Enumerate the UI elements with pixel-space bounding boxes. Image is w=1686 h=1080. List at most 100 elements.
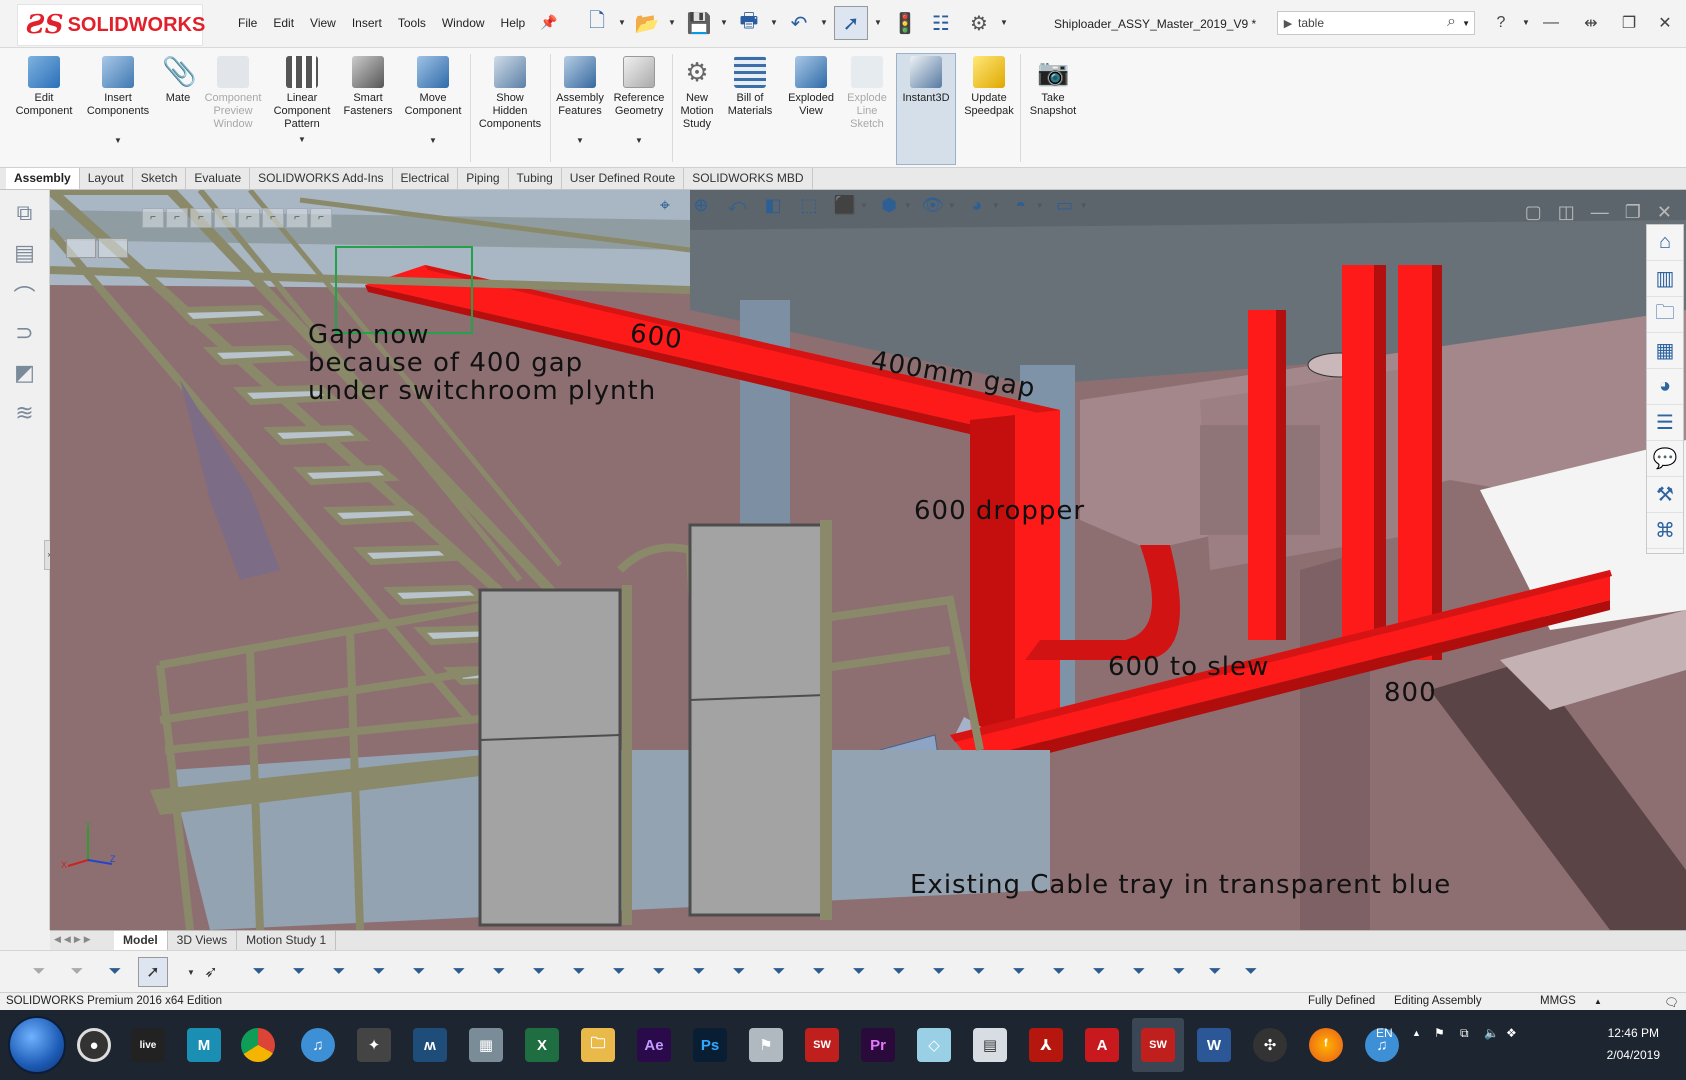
selection-arrow-icon[interactable]: ➚ [138,957,168,987]
file-properties-icon[interactable]: ☷ [924,6,958,40]
tab-solidworks-mbd[interactable]: SOLIDWORKS MBD [684,168,813,189]
move-component-dropdown-icon[interactable]: ▼ [400,134,466,147]
tile-icon[interactable]: ⇹ [1576,10,1606,36]
save-icon[interactable]: 💾 [682,6,716,40]
undo-dropdown-icon[interactable]: ▼ [820,18,828,27]
show-hidden-icons-icon[interactable]: ▲ [1412,1028,1421,1038]
filter-datum-targets-icon[interactable]: ⏷ [924,957,954,987]
cam-manager-icon[interactable]: ≋ [10,400,40,430]
new-motion-study-button[interactable]: ⚙ New Motion Study [674,56,720,131]
tab-3d-views[interactable]: 3D Views [168,931,238,950]
taskbar-app-unknown-2-icon[interactable]: ⚑ [740,1018,792,1072]
menu-file[interactable]: File [230,14,265,32]
filter-solid-bodies-icon[interactable]: ⏷ [404,957,434,987]
tab-solidworks-addins[interactable]: SOLIDWORKS Add-Ins [250,168,393,189]
tab-piping[interactable]: Piping [458,168,509,189]
viewport-split-icon[interactable]: ▢ [1525,202,1542,223]
search-dropdown-icon[interactable]: ▼ [1462,19,1470,28]
breadcrumb-item-icon[interactable]: ⌐ [142,208,164,228]
rebuild-traffic-light-icon[interactable]: 🚦 [888,6,922,40]
viewport-tile-icon[interactable]: ◫ [1558,202,1575,223]
toolbox-icon[interactable]: ⚒ [1647,477,1683,513]
breadcrumb-item-icon[interactable]: ⌐ [286,208,308,228]
view-orientation-cube-icon[interactable]: ⬛ [830,190,860,220]
apply-scene-icon[interactable]: ◓ [1006,190,1036,220]
select-other-icon[interactable]: ➶ [196,957,226,987]
filter-edges-icon[interactable]: ⏷ [284,957,314,987]
reference-geometry-dropdown-icon[interactable]: ▼ [608,134,670,147]
tab-evaluate[interactable]: Evaluate [186,168,251,189]
graphics-area[interactable]: ⌖ ⊕ ⤺ ◧ ⬚ ⬛ ▼ ⬢ ▼ 👁 ▼ ◕ ▼ ◓ ▼ ▭ ▼ ▢ ◫ — ❐ ✕ ⌐ … [50,190,1686,930]
linear-component-pattern-button[interactable]: Linear Component Pattern ▼ [268,56,336,146]
feature-tree-icon[interactable]: ⧉ [10,200,40,230]
breadcrumb-item-icon[interactable]: ⌐ [214,208,236,228]
section-view-icon[interactable]: ◧ [758,190,788,220]
file-explorer-folder-icon[interactable]: 🗀 [1647,297,1683,333]
menu-view[interactable]: View [302,14,344,32]
menu-help[interactable]: Help [493,14,534,32]
taskbar-app-premiere-icon[interactable]: Pr [852,1018,904,1072]
filter-faces-icon[interactable]: ⏷ [324,957,354,987]
breadcrumb-item-icon[interactable]: ⌐ [238,208,260,228]
filter-dowel-pin-icon[interactable]: ⏷ [1044,957,1074,987]
taskbar-app-camera-icon[interactable]: ● [68,1018,120,1072]
taskbar-app-acrobat-icon[interactable]: ⅄ [1020,1018,1072,1072]
taskbar-app-firefox-icon[interactable]: ᶠ [1300,1018,1352,1072]
previous-view-icon[interactable]: ⤺ [722,190,752,220]
restore-icon[interactable]: ❐ [1614,10,1644,36]
breadcrumb-item-icon[interactable]: ⌐ [262,208,284,228]
zoom-to-area-icon[interactable]: ⊕ [686,190,716,220]
routing-library-icon[interactable]: ⌘ [1647,513,1683,549]
filter-center-marks-icon[interactable]: ⏷ [644,957,674,987]
filter-planes-icon[interactable]: ⏷ [484,957,514,987]
filter-sketch-segments-icon[interactable]: ⏷ [564,957,594,987]
view-settings-dropdown-icon[interactable]: ▼ [1080,201,1088,210]
reference-geometry-button[interactable]: Reference Geometry ▼ [608,56,670,147]
filter-sketch-points-icon[interactable]: ⏷ [524,957,554,987]
appearances-scenes-icon[interactable]: ◕ [1647,369,1683,405]
display-style-dropdown-icon[interactable]: ▼ [904,201,912,210]
taskbar-app-excel-icon[interactable]: X [516,1018,568,1072]
windows-start-button-icon[interactable] [8,1016,66,1074]
options-gear-icon[interactable]: ⚙ [962,6,996,40]
edit-appearance-ball-icon[interactable]: ◕ [962,190,992,220]
taskbar-app-word-icon[interactable]: W [1188,1018,1240,1072]
insert-components-dropdown-icon[interactable]: ▼ [82,134,154,147]
configuration-manager-icon[interactable]: ⌒ [10,280,40,310]
close-icon[interactable]: ✕ [1650,10,1680,36]
view-orientation-dropdown-icon[interactable]: ▼ [860,201,868,210]
filter-notes-icon[interactable]: ⏷ [844,957,874,987]
viewport-minimize-icon[interactable]: — [1591,202,1609,223]
filter-welds-icon[interactable]: ⏷ [1200,957,1230,987]
taskbar-app-maya-icon[interactable]: M [178,1018,230,1072]
dim-xpert-icon[interactable]: ⊃ [10,320,40,350]
exploded-view-button[interactable]: Exploded View [780,56,842,118]
menu-edit[interactable]: Edit [265,14,302,32]
update-speedpak-button[interactable]: Update Speedpak [960,56,1018,118]
tab-motion-study-1[interactable]: Motion Study 1 [237,931,337,950]
taskbar-app-file-explorer-icon[interactable]: 🗀 [572,1018,624,1072]
select-all-filters-icon[interactable]: ⏷ [100,957,130,987]
taskbar-app-autocad-icon[interactable]: A [1076,1018,1128,1072]
help-icon[interactable]: ? [1486,10,1516,36]
menu-tools[interactable]: Tools [390,14,434,32]
taskbar-app-calculator-icon[interactable]: ▦ [460,1018,512,1072]
toggle-filter-icon[interactable]: ⏷ [24,957,54,987]
solidworks-logo[interactable]: ƧS SOLIDWORKS [17,4,205,46]
breadcrumb-item-icon[interactable]: ⌐ [310,208,332,228]
instant3d-button[interactable]: Instant3D [898,56,954,105]
take-snapshot-button[interactable]: 📷 Take Snapshot [1022,56,1084,118]
viewport-restore-icon[interactable]: ❐ [1625,202,1641,223]
action-center-flag-icon[interactable]: ⚑ [1434,1026,1445,1040]
open-dropdown-icon[interactable]: ▼ [668,18,676,27]
search-icon[interactable]: ⌕ [1447,13,1456,31]
insert-components-button[interactable]: Insert Components ▼ [82,56,154,147]
tab-user-defined-route[interactable]: User Defined Route [562,168,685,189]
menu-insert[interactable]: Insert [344,14,390,32]
open-document-icon[interactable]: 📂 [630,6,664,40]
print-icon[interactable]: 🖶 [732,6,766,40]
filter-midpoints-icon[interactable]: ⏷ [604,957,634,987]
new-dropdown-icon[interactable]: ▼ [618,18,626,27]
taskbar-app-unknown-icon[interactable]: ✦ [348,1018,400,1072]
filter-vertices-icon[interactable]: ⏷ [244,957,274,987]
